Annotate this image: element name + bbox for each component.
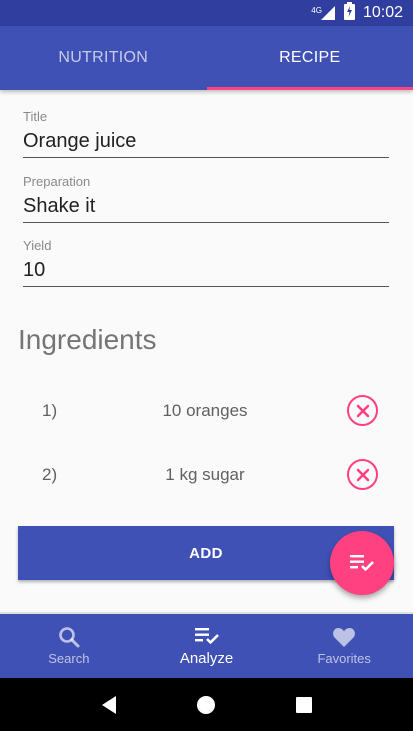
title-label: Title xyxy=(23,109,48,124)
nav-analyze-label: Analyze xyxy=(179,650,234,667)
remove-ingredient-button[interactable] xyxy=(347,459,378,490)
nav-favorites-label: Favorites xyxy=(317,651,371,666)
tab-bar: NUTRITION RECIPE xyxy=(0,26,413,90)
preparation-input[interactable] xyxy=(23,189,389,223)
status-bar: 4G 10:02 xyxy=(0,0,413,26)
ingredient-number: 1) xyxy=(42,401,58,420)
back-icon[interactable] xyxy=(97,693,121,717)
yield-field: Yield xyxy=(23,238,389,287)
ingredient-text: 1 kg sugar xyxy=(165,465,245,484)
title-input[interactable] xyxy=(23,124,389,158)
preparation-label: Preparation xyxy=(23,174,91,189)
ingredient-number: 2) xyxy=(42,465,58,484)
system-navigation-bar xyxy=(0,678,413,731)
battery-icon xyxy=(343,1,355,25)
signal-icon: 4G xyxy=(311,5,336,21)
ingredient-row: 2) 1 kg sugar xyxy=(0,455,413,495)
ingredients-heading: Ingredients xyxy=(18,324,157,355)
home-icon[interactable] xyxy=(194,693,218,717)
close-icon xyxy=(356,468,369,481)
title-field: Title xyxy=(23,109,389,158)
nav-search-label: Search xyxy=(48,651,90,666)
nav-analyze[interactable]: Analyze xyxy=(138,614,276,678)
playlist-check-icon xyxy=(194,625,220,647)
yield-label: Yield xyxy=(23,238,52,253)
status-time: 10:02 xyxy=(362,4,403,21)
playlist-check-icon xyxy=(350,555,374,571)
ingredient-row: 1) 10 oranges xyxy=(0,391,413,431)
recents-icon[interactable] xyxy=(292,693,316,717)
yield-input[interactable] xyxy=(23,253,389,287)
nav-search[interactable]: Search xyxy=(0,614,138,678)
close-icon xyxy=(356,404,369,417)
bottom-navigation: Search Analyze Favorites xyxy=(0,614,413,678)
remove-ingredient-button[interactable] xyxy=(347,395,378,426)
ingredient-text: 10 oranges xyxy=(162,401,248,420)
nav-favorites[interactable]: Favorites xyxy=(275,614,413,678)
preparation-field: Preparation xyxy=(23,174,389,223)
tab-nutrition[interactable]: NUTRITION xyxy=(0,26,207,90)
tab-recipe[interactable]: RECIPE xyxy=(206,26,413,90)
network-type: 4G xyxy=(311,6,322,15)
search-icon xyxy=(58,626,80,648)
heart-icon xyxy=(332,626,356,648)
analyze-fab[interactable] xyxy=(330,531,394,595)
